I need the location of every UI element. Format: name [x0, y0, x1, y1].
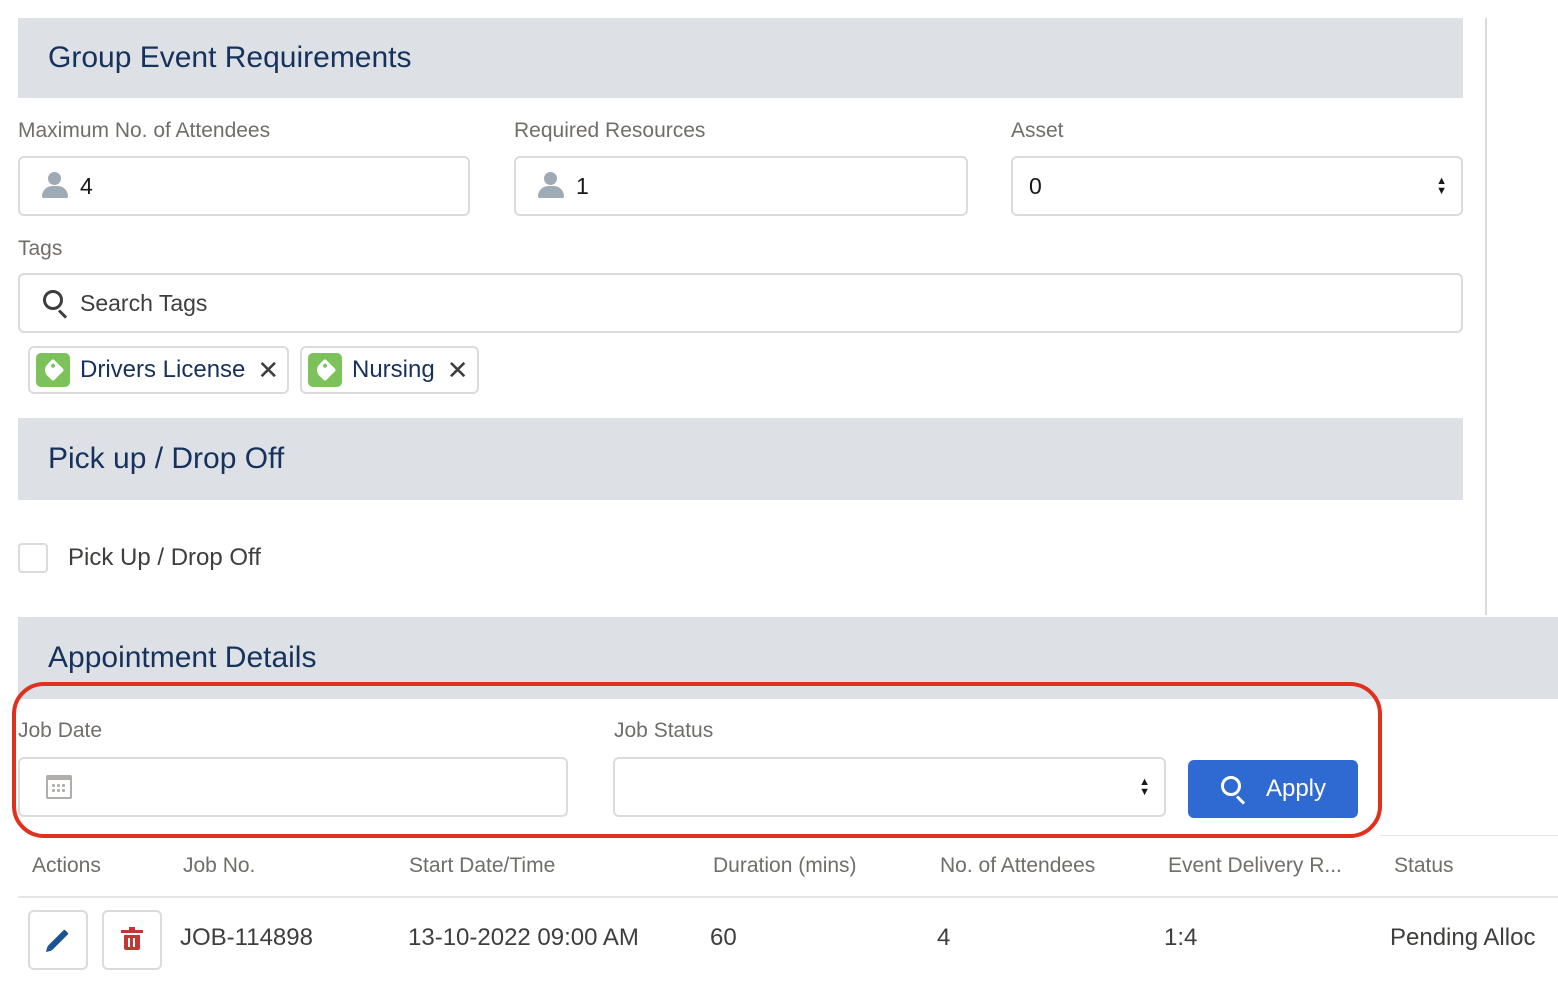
apply-button[interactable]: Apply: [1188, 760, 1358, 818]
cell-status: Pending Alloc: [1390, 924, 1536, 951]
section-title: Appointment Details: [48, 641, 317, 674]
column-header-start[interactable]: Start Date/Time: [409, 854, 555, 878]
close-icon[interactable]: ✕: [257, 357, 279, 383]
tag-icon: [36, 353, 70, 387]
delete-button[interactable]: [102, 910, 162, 970]
tag-pill-nursing: Nursing ✕: [300, 346, 479, 394]
calendar-icon[interactable]: [46, 775, 72, 799]
section-header-appointment: Appointment Details: [18, 617, 1558, 699]
section-header-group-event: Group Event Requirements: [18, 18, 1463, 98]
cell-attendees: 4: [937, 924, 951, 951]
cell-start: 13-10-2022 09:00 AM: [408, 924, 639, 951]
tag-label: Nursing: [352, 356, 435, 383]
column-header-status[interactable]: Status: [1394, 854, 1454, 878]
pickup-checkbox[interactable]: [18, 543, 48, 573]
person-icon: [40, 171, 70, 201]
column-header-delivery-ratio[interactable]: Event Delivery R...: [1168, 854, 1342, 878]
job-date-label: Job Date: [18, 719, 103, 742]
asset-value: 0: [1029, 172, 1042, 199]
max-attendees-label: Maximum No. of Attendees: [18, 119, 271, 142]
max-attendees-input[interactable]: 4: [18, 156, 470, 216]
person-icon: [536, 171, 566, 201]
job-status-label: Job Status: [614, 719, 714, 742]
table-top-border: [1380, 835, 1558, 836]
tags-label: Tags: [18, 237, 63, 260]
select-arrows-icon: ▲ ▼: [1139, 776, 1150, 798]
close-icon[interactable]: ✕: [447, 357, 469, 383]
table-header-divider: [18, 896, 1558, 898]
tags-search-input[interactable]: Search Tags: [18, 273, 1463, 333]
section-title: Pick up / Drop Off: [48, 442, 285, 475]
pencil-icon: [47, 929, 69, 951]
tag-pill-drivers-license: Drivers License ✕: [28, 346, 290, 394]
search-icon: [42, 289, 70, 319]
column-header-attendees[interactable]: No. of Attendees: [940, 854, 1095, 878]
column-header-duration[interactable]: Duration (mins): [713, 854, 857, 878]
asset-label: Asset: [1011, 119, 1064, 142]
job-status-select[interactable]: ▲ ▼: [613, 757, 1166, 817]
search-icon: [1220, 775, 1248, 805]
required-resources-input[interactable]: 1: [514, 156, 968, 216]
column-header-actions: Actions: [32, 854, 101, 877]
job-date-input[interactable]: [18, 757, 568, 817]
trash-icon: [121, 927, 143, 950]
cell-job-no[interactable]: JOB-114898: [180, 924, 313, 952]
section-title: Group Event Requirements: [48, 41, 412, 74]
required-resources-value: 1: [576, 172, 589, 199]
required-resources-label: Required Resources: [514, 119, 706, 142]
column-header-job-no[interactable]: Job No.: [183, 854, 255, 878]
cell-duration: 60: [710, 924, 737, 951]
apply-button-label: Apply: [1265, 775, 1327, 802]
max-attendees-value: 4: [80, 172, 93, 199]
spinner-arrows-icon[interactable]: ▲ ▼: [1436, 176, 1447, 197]
tag-icon: [308, 353, 342, 387]
edit-button[interactable]: [28, 910, 88, 970]
section-header-pickup: Pick up / Drop Off: [18, 418, 1463, 500]
asset-stepper[interactable]: 0 ▲ ▼: [1011, 156, 1463, 216]
cell-delivery-ratio: 1:4: [1164, 924, 1198, 951]
tags-search-placeholder: Search Tags: [80, 289, 208, 316]
tag-label: Drivers License: [80, 356, 246, 383]
panel-divider: [1485, 18, 1487, 615]
pickup-checkbox-label: Pick Up / Drop Off: [68, 544, 261, 571]
